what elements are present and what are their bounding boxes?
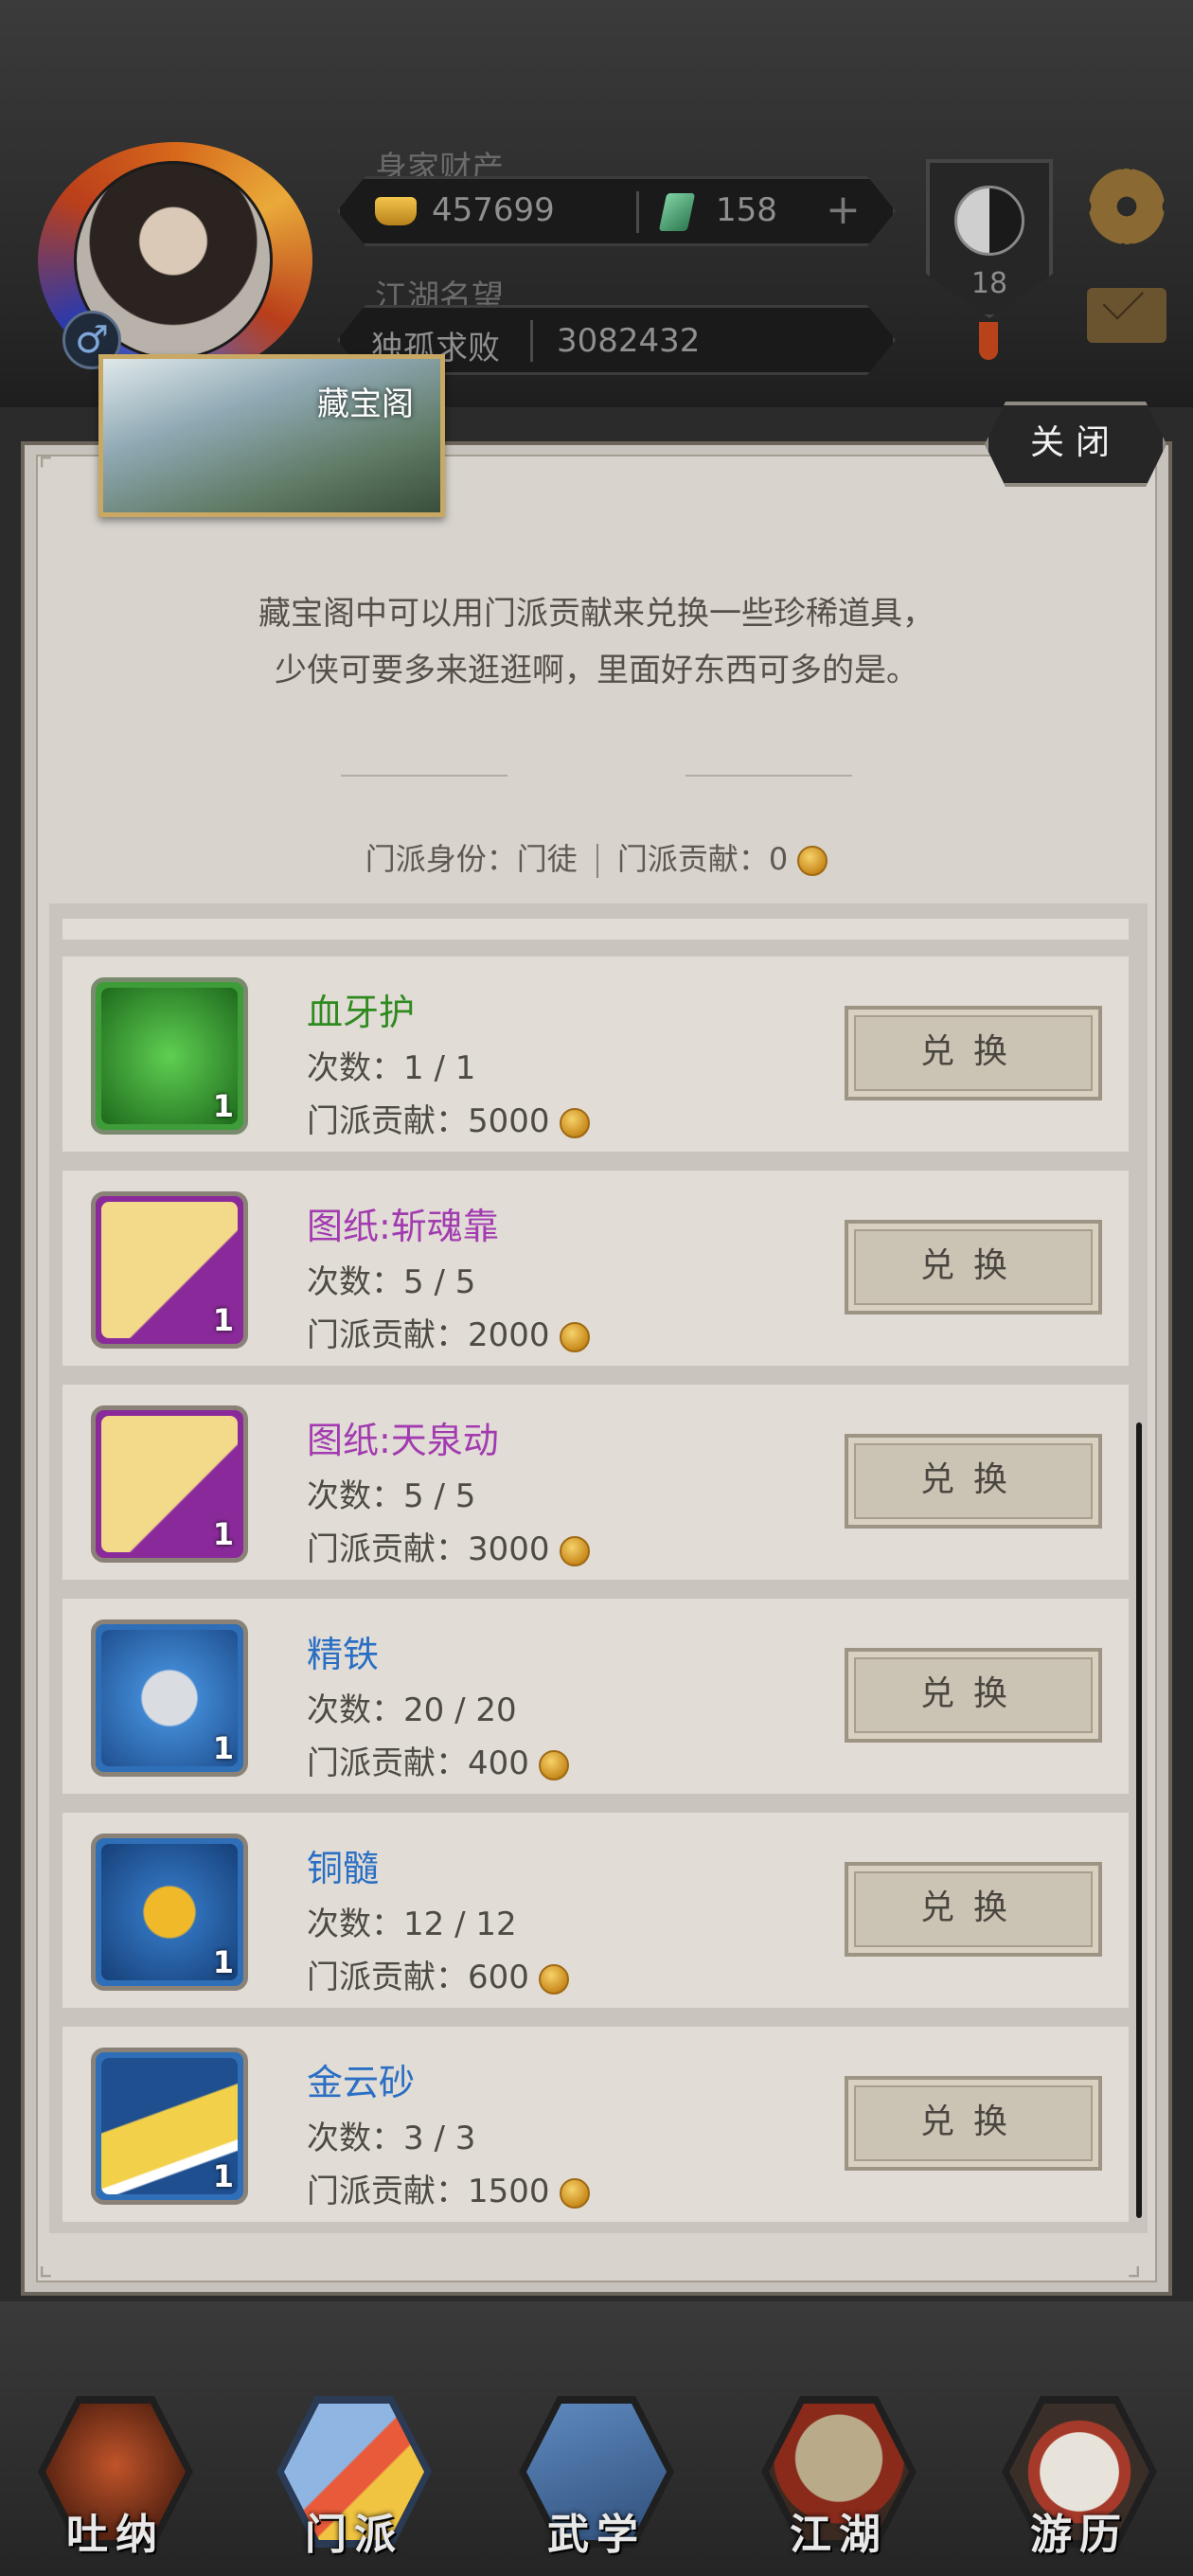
item-count: 1 [212,1730,234,1766]
item-cost: 门派贡献：5000 [307,1095,590,1141]
item-uses: 次数：5 / 5 [307,1263,476,1301]
jade-amount: 158 [716,191,777,229]
item-uses: 次数：5 / 5 [307,1477,476,1515]
corner-ornament-icon: ⌜ [38,452,53,490]
list-scrollbar[interactable] [1136,1422,1142,2218]
list-item: 1 血牙护 次数：1 / 1 门派贡献：5000 兑换 [62,957,1129,1152]
status-divider [596,844,598,878]
item-count: 1 [212,1516,234,1552]
contribution-coin-icon [538,1749,569,1780]
item-cost: 门派贡献：1500 [307,2165,590,2211]
item-name: 图纸:斩魂靠 [307,1206,499,1247]
divider-right [686,775,852,777]
item-name: 金云砂 [307,2062,416,2103]
item-icon-frame[interactable]: 1 [91,1191,248,1349]
exchange-button[interactable]: 兑换 [845,1434,1102,1529]
reputation-value: 3082432 [557,322,701,360]
mail-icon[interactable] [1087,288,1166,343]
close-button[interactable]: 关闭 [985,402,1166,487]
contribution-coin-icon [559,1321,590,1352]
item-uses: 次数：12 / 12 [307,1905,517,1943]
store-intro: 藏宝阁中可以用门派贡献来兑换一些珍稀道具， 少侠可要多来逛逛啊，里面好东西可多的… [95,585,1098,699]
corner-ornament-icon: ⌟ [1127,2245,1142,2283]
item-cost: 门派贡献：600 [307,1951,569,1997]
corner-ornament-icon: ⌞ [38,2245,53,2283]
list-top-strip [62,919,1129,939]
item-cost: 门派贡献：3000 [307,1523,590,1569]
nav-label: 门派 [305,2511,403,2559]
item-count: 1 [212,1088,234,1124]
exchange-button[interactable]: 兑换 [845,1648,1102,1743]
item-icon-frame[interactable]: 1 [91,1619,248,1777]
sect-status: 门派身份：门徒 门派贡献：0 [0,835,1193,879]
assets-bar [337,176,896,246]
list-item: 1 图纸:斩魂靠 次数：5 / 5 门派贡献：2000 兑换 [62,1171,1129,1366]
gear-icon[interactable] [1089,169,1165,244]
item-cost: 门派贡献：400 [307,1737,569,1783]
item-name: 血牙护 [307,992,416,1033]
list-item: 1 图纸:天泉动 次数：5 / 5 门派贡献：3000 兑换 [62,1385,1129,1580]
exchange-button[interactable]: 兑换 [845,1220,1102,1315]
item-uses: 次数：1 / 1 [307,1049,476,1087]
item-uses: 次数：20 / 20 [307,1691,517,1729]
item-name: 精铁 [307,1634,380,1675]
nav-label: 武学 [547,2511,646,2559]
item-cost-text: 门派贡献：3000 [307,1530,550,1568]
item-icon-frame[interactable]: 1 [91,977,248,1135]
contribution-coin-icon [559,2177,590,2209]
item-count: 1 [212,1302,234,1338]
item-name: 铜髓 [307,1848,380,1889]
sect-identity: 门派身份：门徒 [365,841,578,877]
add-currency-icon[interactable]: + [826,189,861,231]
item-count: 1 [212,2158,234,2194]
item-icon-frame[interactable]: 1 [91,1405,248,1563]
divider-left [341,775,507,777]
exchange-button[interactable]: 兑换 [845,1006,1102,1100]
nav-label: 江湖 [790,2511,888,2559]
rank-number: 18 [970,267,1008,300]
gold-amount: 457699 [432,191,555,229]
sect-contribution: 门派贡献：0 [616,841,789,877]
assets-divider [636,191,639,233]
list-item: 1 精铁 次数：20 / 20 门派贡献：400 兑换 [62,1599,1129,1794]
item-cost-text: 门派贡献：2000 [307,1316,550,1354]
contribution-coin-icon [559,1535,590,1566]
store-banner: 藏宝阁 [98,354,445,517]
item-cost: 门派贡献：2000 [307,1309,590,1355]
contribution-coin-icon [538,1963,569,1995]
intro-line: 藏宝阁中可以用门派贡献来兑换一些珍稀道具， [258,595,935,633]
list-item: 1 铜髓 次数：12 / 12 门派贡献：600 兑换 [62,1813,1129,2008]
intro-line: 少侠可要多来逛逛啊，里面好东西可多的是。 [275,652,918,689]
contribution-coin-icon [559,1107,590,1138]
list-item: 1 金云砂 次数：3 / 3 门派贡献：1500 兑换 [62,2027,1129,2222]
yinyang-icon [954,186,1024,256]
item-uses: 次数：3 / 3 [307,2120,476,2157]
item-cost-text: 门派贡献：400 [307,1744,529,1782]
tassel-decoration [979,322,998,360]
reputation-divider [530,320,533,362]
nav-label: 吐纳 [66,2511,165,2559]
item-icon-frame[interactable]: 1 [91,1834,248,1991]
item-count: 1 [212,1944,234,1980]
item-icon-frame[interactable]: 1 [91,2048,248,2205]
item-name: 图纸:天泉动 [307,1420,499,1461]
item-cost-text: 门派贡献：5000 [307,1102,550,1140]
gold-ingot-icon [375,197,417,225]
item-cost-text: 门派贡献：1500 [307,2173,550,2210]
exchange-button[interactable]: 兑换 [845,1862,1102,1957]
exchange-button[interactable]: 兑换 [845,2076,1102,2171]
store-title: 藏宝阁 [317,385,414,423]
nav-label: 游历 [1030,2511,1129,2559]
item-list[interactable]: 1 血牙护 次数：1 / 1 门派贡献：5000 兑换 1 图纸:斩魂靠 次数：… [49,903,1148,2233]
item-cost-text: 门派贡献：600 [307,1959,529,1996]
contribution-coin-icon [797,846,828,876]
